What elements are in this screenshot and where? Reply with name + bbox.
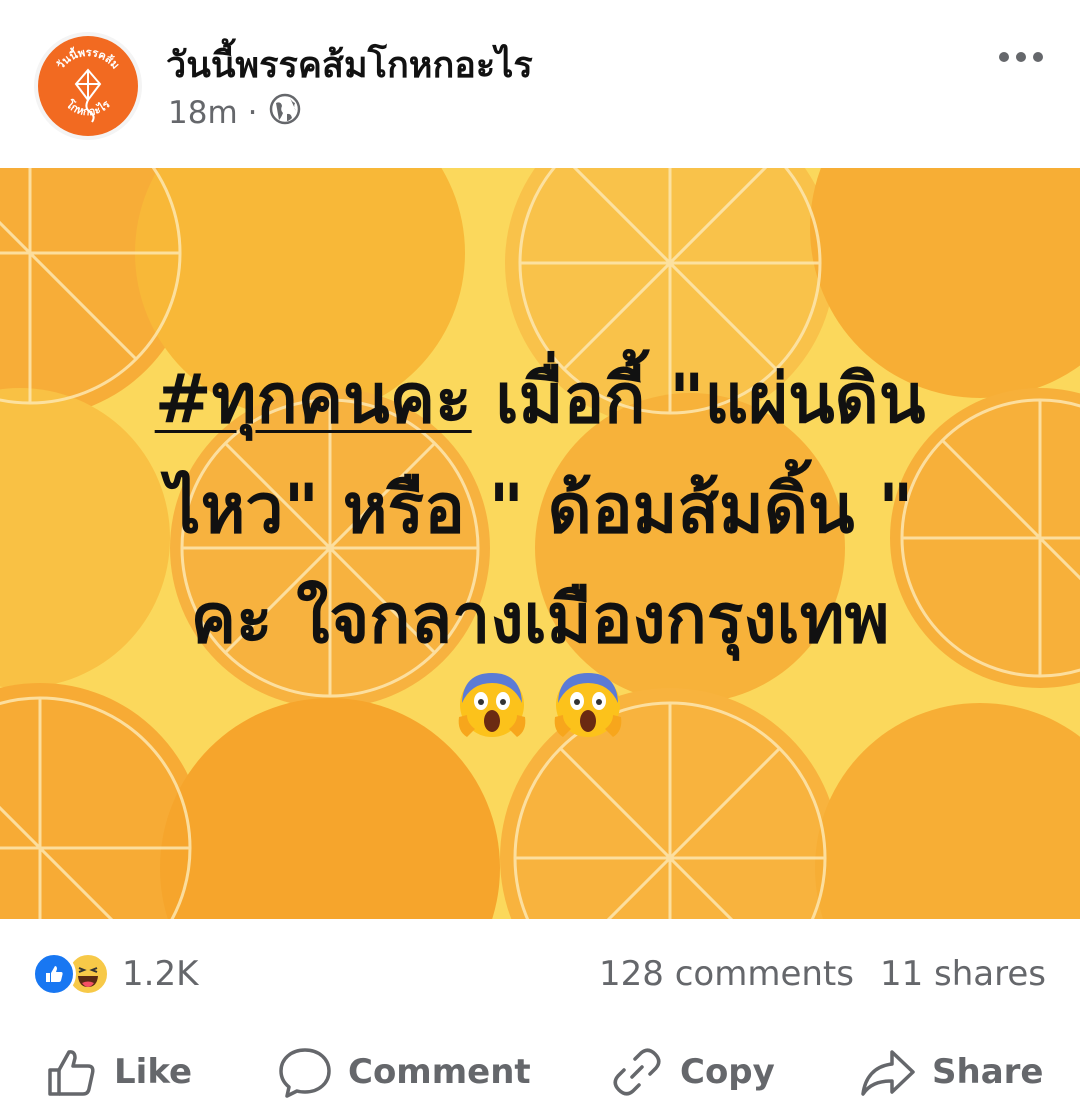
share-arrow-icon bbox=[858, 1044, 918, 1100]
reaction-summary[interactable]: 1.2K bbox=[32, 944, 198, 1004]
copy-button[interactable]: Copy bbox=[608, 1040, 775, 1104]
comment-bubble-icon bbox=[276, 1044, 334, 1100]
comment-label: Comment bbox=[348, 1052, 531, 1092]
caption-line-1: #ทุกคนคะ เมื่อกี้ "แผ่นดิน bbox=[155, 345, 926, 455]
caption-line-2: ไหว" หรือ " ด้อมส้มดิ้น " bbox=[166, 469, 914, 549]
post-meta: 18m · bbox=[168, 92, 302, 134]
comments-count[interactable]: 128 comments bbox=[599, 954, 854, 994]
face-screaming-in-fear-icon bbox=[453, 665, 531, 743]
face-screaming-in-fear-icon bbox=[549, 665, 627, 743]
more-options-icon[interactable] bbox=[996, 42, 1046, 72]
reaction-count: 1.2K bbox=[122, 954, 199, 994]
emoji-row bbox=[453, 665, 627, 743]
meta-separator: · bbox=[247, 95, 258, 131]
post-caption: #ทุกคนคะ เมื่อกี้ "แผ่นดิน ไหว" หรือ " ด… bbox=[0, 168, 1080, 919]
like-icon bbox=[32, 952, 76, 996]
post-header: วันนี้พรรคส้ม โกหกอะไร วันนี้พรรคส้มโกหก… bbox=[0, 0, 1080, 168]
post-time[interactable]: 18m bbox=[168, 95, 238, 131]
link-icon bbox=[608, 1043, 666, 1101]
copy-label: Copy bbox=[680, 1052, 775, 1092]
shares-count[interactable]: 11 shares bbox=[880, 954, 1046, 994]
share-label: Share bbox=[932, 1052, 1044, 1092]
globe-icon bbox=[268, 92, 302, 134]
thumbs-up-icon bbox=[44, 1044, 100, 1100]
avatar-logo: วันนี้พรรคส้ม โกหกอะไร bbox=[38, 36, 138, 136]
caption-line-3: คะ ใจกลางเมืองกรุงเทพ bbox=[190, 579, 890, 659]
like-label: Like bbox=[114, 1052, 193, 1092]
page-name[interactable]: วันนี้พรรคส้มโกหกอะไร bbox=[166, 36, 533, 93]
like-button[interactable]: Like bbox=[44, 1040, 192, 1104]
action-bar: Like Comment Copy Share bbox=[0, 1030, 1080, 1114]
share-button[interactable]: Share bbox=[858, 1040, 1043, 1104]
page-avatar[interactable]: วันนี้พรรคส้ม โกหกอะไร bbox=[34, 32, 142, 140]
engagement-stats: 128 comments 11 shares bbox=[599, 944, 1046, 1004]
hashtag-link[interactable]: #ทุกคนคะ bbox=[155, 360, 472, 439]
caption-line-1-text: เมื่อกี้ "แผ่นดิน bbox=[471, 359, 926, 439]
comment-button[interactable]: Comment bbox=[276, 1040, 531, 1104]
